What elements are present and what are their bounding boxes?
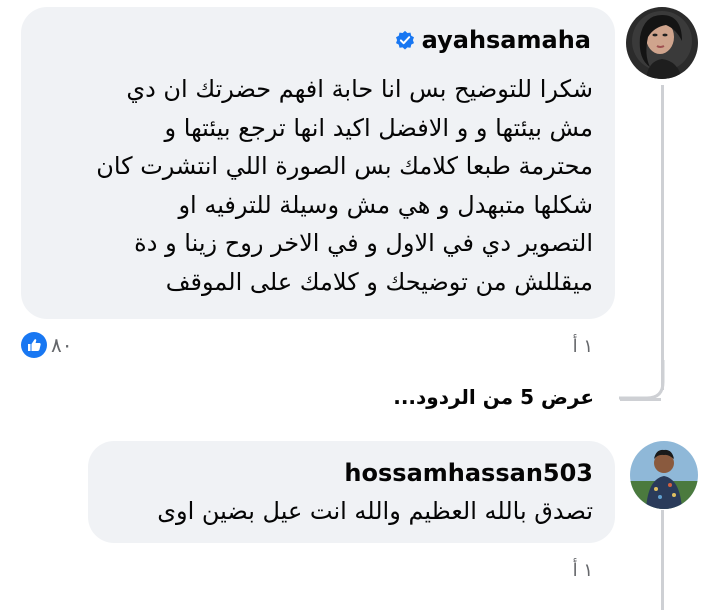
avatar[interactable] [630, 441, 698, 509]
comment-line: محترمة طبعا كلامك بس الصورة اللي انتشرت … [96, 152, 593, 180]
thread-connector-curve [619, 360, 665, 400]
comment-line: التصوير دي في الاول و في الاخر روح زينا … [134, 229, 593, 257]
author-row: hossamhassan503 [344, 459, 593, 487]
comment-line: شكلها متبهدل و هي مش وسيلة للترفيه او [178, 190, 593, 219]
comment-line: مش بيئتها و و الافضل اكيد انها ترجع بيئت… [164, 113, 593, 142]
avatar[interactable] [626, 7, 698, 79]
comment-text: شكرا للتوضيح بس انا حابة افهم حضرتك ان د… [96, 70, 593, 301]
thread-line [661, 85, 664, 390]
comment-timestamp[interactable]: ١ أ [573, 336, 593, 357]
comment-text: تصدق بالله العظيم والله انت عيل بضين اوى [157, 492, 593, 531]
verified-badge-icon [395, 30, 414, 50]
comment-line: تصدق بالله العظيم والله انت عيل بضين اوى [157, 497, 593, 525]
comment-bubble: hossamhassan503 تصدق بالله العظيم والله … [88, 441, 615, 543]
reaction-summary[interactable]: ٨٠ [21, 332, 72, 358]
comment-line: شكرا للتوضيح بس انا حابة افهم حضرتك ان د… [126, 75, 593, 103]
thread-line-reply [661, 510, 664, 610]
view-replies-link[interactable]: عرض 5 من الردود... [393, 385, 594, 409]
like-thumb-icon [21, 332, 47, 358]
author-row: ayahsamaha [394, 26, 591, 54]
comment-bubble: ayahsamaha شكرا للتوضيح بس انا حابة افهم… [21, 7, 615, 319]
comment-thread: ayahsamaha شكرا للتوضيح بس انا حابة افهم… [0, 0, 720, 610]
comment-line: ميقللش من توضيحك و كلامك على الموقف [165, 267, 593, 296]
comment-author[interactable]: hossamhassan503 [344, 459, 593, 487]
comment-timestamp[interactable]: ١ أ [573, 560, 593, 581]
comment-author[interactable]: ayahsamaha [422, 26, 591, 54]
reaction-count: ٨٠ [51, 333, 73, 357]
